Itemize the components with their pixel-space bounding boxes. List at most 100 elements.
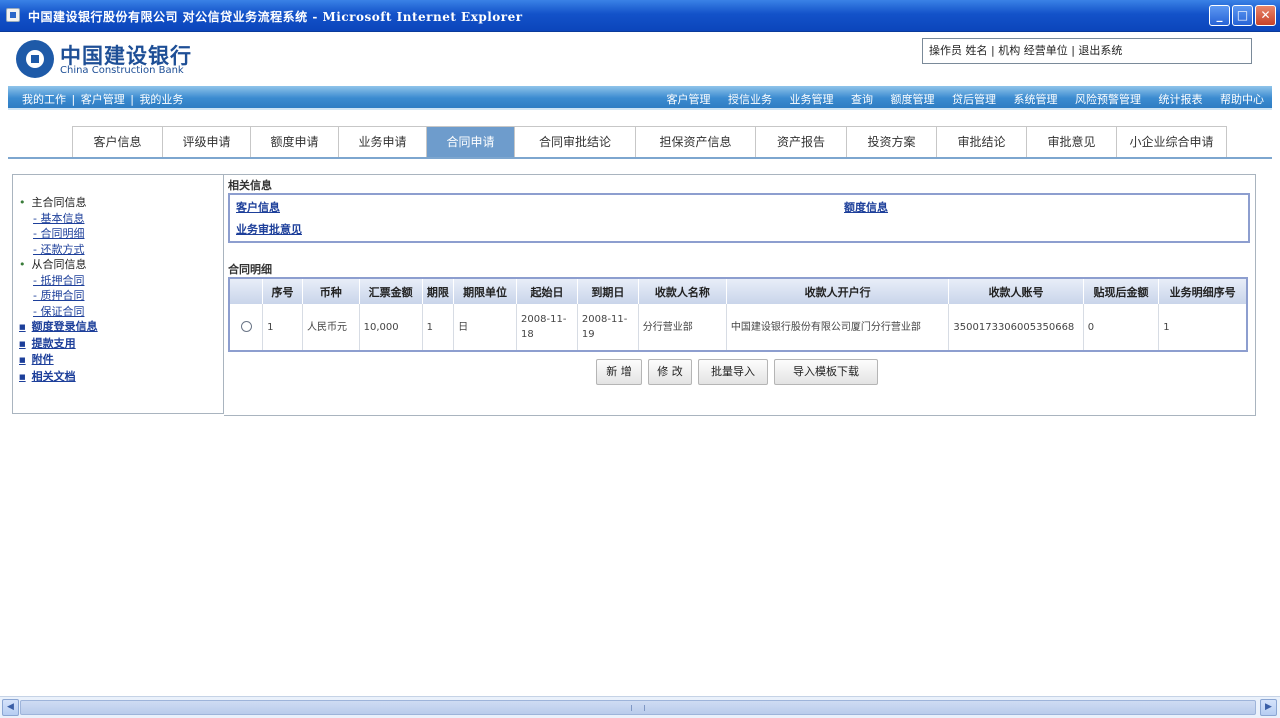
window-titlebar: 中国建设银行股份有限公司 对公信贷业务流程系统 - Microsoft Inte… xyxy=(0,0,1280,32)
ie-app-icon xyxy=(6,8,20,22)
nav-customer-mgmt[interactable]: 客户管理 xyxy=(81,93,125,106)
menu-item[interactable]: 额度管理 xyxy=(891,93,935,106)
related-info-title: 相关信息 xyxy=(228,179,272,192)
process-tabs: 客户信息 评级申请 额度申请 业务申请 合同申请 合同审批结论 担保资产信息 资… xyxy=(8,110,1272,162)
tree-related-docs[interactable]: 相关文档 xyxy=(19,369,98,386)
tree-main-contract[interactable]: 主合同信息 xyxy=(19,195,98,211)
tab-collateral-info[interactable]: 担保资产信息 xyxy=(636,126,756,158)
window-title: 中国建设银行股份有限公司 对公信贷业务流程系统 - Microsoft Inte… xyxy=(28,10,523,24)
approval-opinion-link[interactable]: 业务审批意见 xyxy=(236,221,302,237)
col-term: 期限 xyxy=(422,278,455,304)
cell-seq: 1 xyxy=(262,304,303,351)
contract-detail-table: 序号 币种 汇票金额 期限 期限单位 起始日 到期日 收款人名称 收款人开户行 … xyxy=(228,277,1248,352)
menu-item[interactable]: 风险预警管理 xyxy=(1075,93,1141,106)
minimize-button[interactable]: _ xyxy=(1209,5,1230,26)
col-payee-account: 收款人账号 xyxy=(948,278,1084,304)
tabs-divider xyxy=(8,157,1272,159)
tab-customer-info[interactable]: 客户信息 xyxy=(72,126,163,158)
tree-sub-contract[interactable]: 从合同信息 xyxy=(19,257,98,273)
ccb-logo-icon xyxy=(16,40,54,78)
tree-pledge-contract[interactable]: 质押合同 xyxy=(19,288,98,304)
tab-small-business[interactable]: 小企业综合申请 xyxy=(1117,126,1227,158)
tree-mortgage-contract[interactable]: 抵押合同 xyxy=(19,273,98,289)
nav-my-business[interactable]: 我的业务 xyxy=(139,93,183,106)
page-header: 中国建设银行 China Construction Bank 操作员 姓名 | … xyxy=(8,32,1272,86)
col-amount: 汇票金额 xyxy=(359,278,423,304)
template-download-button[interactable]: 导入模板下载 xyxy=(774,359,878,385)
table-header-row: 序号 币种 汇票金额 期限 期限单位 起始日 到期日 收款人名称 收款人开户行 … xyxy=(229,278,1248,304)
nav-separator: | xyxy=(71,93,76,106)
tab-contract-approval[interactable]: 合同审批结论 xyxy=(515,126,636,158)
close-button[interactable]: ✕ xyxy=(1255,5,1276,26)
tree-limit-info[interactable]: 额度登录信息 xyxy=(19,319,98,336)
row-select-cell xyxy=(229,304,264,351)
add-button[interactable]: 新 增 xyxy=(596,359,642,385)
menu-item[interactable]: 业务管理 xyxy=(790,93,834,106)
cell-discounted-amount: 0 xyxy=(1083,304,1160,351)
col-payee-name: 收款人名称 xyxy=(638,278,727,304)
limit-info-link[interactable]: 额度信息 xyxy=(844,199,888,215)
contract-detail-title: 合同明细 xyxy=(228,263,272,276)
nav-separator: | xyxy=(130,93,134,106)
col-payee-bank: 收款人开户行 xyxy=(726,278,950,304)
nav-my-work[interactable]: 我的工作 xyxy=(22,93,66,106)
tab-contract-application[interactable]: 合同申请 xyxy=(427,126,515,158)
tab-investment-plan[interactable]: 投资方案 xyxy=(847,126,937,158)
col-currency: 币种 xyxy=(302,278,360,304)
scroll-left-arrow-icon[interactable]: ◀ xyxy=(2,699,19,716)
quick-links: 我的工作 | 客户管理 | 我的业务 xyxy=(22,91,185,107)
scroll-thumb[interactable] xyxy=(20,700,1256,715)
menu-item[interactable]: 查询 xyxy=(851,93,873,106)
table-row[interactable]: 1 人民币元 10,000 1 日 2008-11-18 2008-11-19 … xyxy=(229,304,1248,351)
tree-attachments[interactable]: 附件 xyxy=(19,352,98,369)
cell-amount: 10,000 xyxy=(359,304,423,351)
maximize-button[interactable]: □ xyxy=(1232,5,1253,26)
tab-business-application[interactable]: 业务申请 xyxy=(339,126,427,158)
cell-term: 1 xyxy=(422,304,455,351)
menu-item[interactable]: 贷后管理 xyxy=(952,93,996,106)
menu-item[interactable]: 帮助中心 xyxy=(1220,93,1264,106)
cell-payee-account: 3500173306005350668 xyxy=(948,304,1084,351)
tree-guarantee-contract[interactable]: 保证合同 xyxy=(19,304,98,320)
tree-basic-info[interactable]: 基本信息 xyxy=(19,211,98,227)
menu-item[interactable]: 授信业务 xyxy=(728,93,772,106)
tab-approval-conclusion[interactable]: 审批结论 xyxy=(937,126,1027,158)
row-radio-button[interactable] xyxy=(240,320,252,332)
logo-english-name: China Construction Bank xyxy=(60,65,184,76)
horizontal-scrollbar[interactable]: ◀ ▶ xyxy=(0,696,1280,718)
top-nav-bar: 我的工作 | 客户管理 | 我的业务 客户管理 授信业务 业务管理 查询 额度管… xyxy=(8,86,1272,110)
tree-drawdown[interactable]: 提款支用 xyxy=(19,336,98,353)
tree-repayment[interactable]: 还款方式 xyxy=(19,242,98,258)
col-select xyxy=(229,278,264,304)
modify-button[interactable]: 修 改 xyxy=(648,359,692,385)
main-menu: 客户管理 授信业务 业务管理 查询 额度管理 贷后管理 系统管理 风险预警管理 … xyxy=(653,91,1265,107)
col-discounted-amount: 贴现后金额 xyxy=(1083,278,1160,304)
user-info-box[interactable]: 操作员 姓名 | 机构 经营单位 | 退出系统 xyxy=(922,38,1252,64)
cell-payee-name: 分行营业部 xyxy=(638,304,727,351)
action-buttons: 新 增 修 改 批量导入 导入模板下载 xyxy=(596,359,878,385)
cell-currency: 人民币元 xyxy=(302,304,360,351)
tab-limit-application[interactable]: 额度申请 xyxy=(251,126,339,158)
tree-contract-detail[interactable]: 合同明细 xyxy=(19,226,98,242)
menu-item[interactable]: 客户管理 xyxy=(667,93,711,106)
col-end-date: 到期日 xyxy=(577,278,639,304)
contract-tree-panel: 主合同信息 基本信息 合同明细 还款方式 从合同信息 抵押合同 质押合同 保证合… xyxy=(12,174,224,414)
cell-end-date: 2008-11-19 xyxy=(577,304,639,351)
cell-start-date: 2008-11-18 xyxy=(516,304,578,351)
menu-item[interactable]: 系统管理 xyxy=(1014,93,1058,106)
cell-term-unit: 日 xyxy=(453,304,518,351)
cell-detail-seq: 1 xyxy=(1158,304,1248,351)
col-start-date: 起始日 xyxy=(516,278,578,304)
tab-rating-application[interactable]: 评级申请 xyxy=(163,126,251,158)
tab-asset-report[interactable]: 资产报告 xyxy=(756,126,847,158)
customer-info-link[interactable]: 客户信息 xyxy=(236,199,280,215)
tab-approval-opinion[interactable]: 审批意见 xyxy=(1027,126,1117,158)
col-seq: 序号 xyxy=(262,278,303,304)
main-content: 相关信息 客户信息 额度信息 业务审批意见 合同明细 序号 币种 汇票金额 期限… xyxy=(224,174,1256,416)
menu-item[interactable]: 统计报表 xyxy=(1159,93,1203,106)
scroll-right-arrow-icon[interactable]: ▶ xyxy=(1260,699,1277,716)
batch-import-button[interactable]: 批量导入 xyxy=(698,359,768,385)
cell-payee-bank: 中国建设银行股份有限公司厦门分行营业部 xyxy=(726,304,950,351)
col-detail-seq: 业务明细序号 xyxy=(1158,278,1248,304)
related-info-box: 客户信息 额度信息 业务审批意见 xyxy=(228,193,1250,243)
